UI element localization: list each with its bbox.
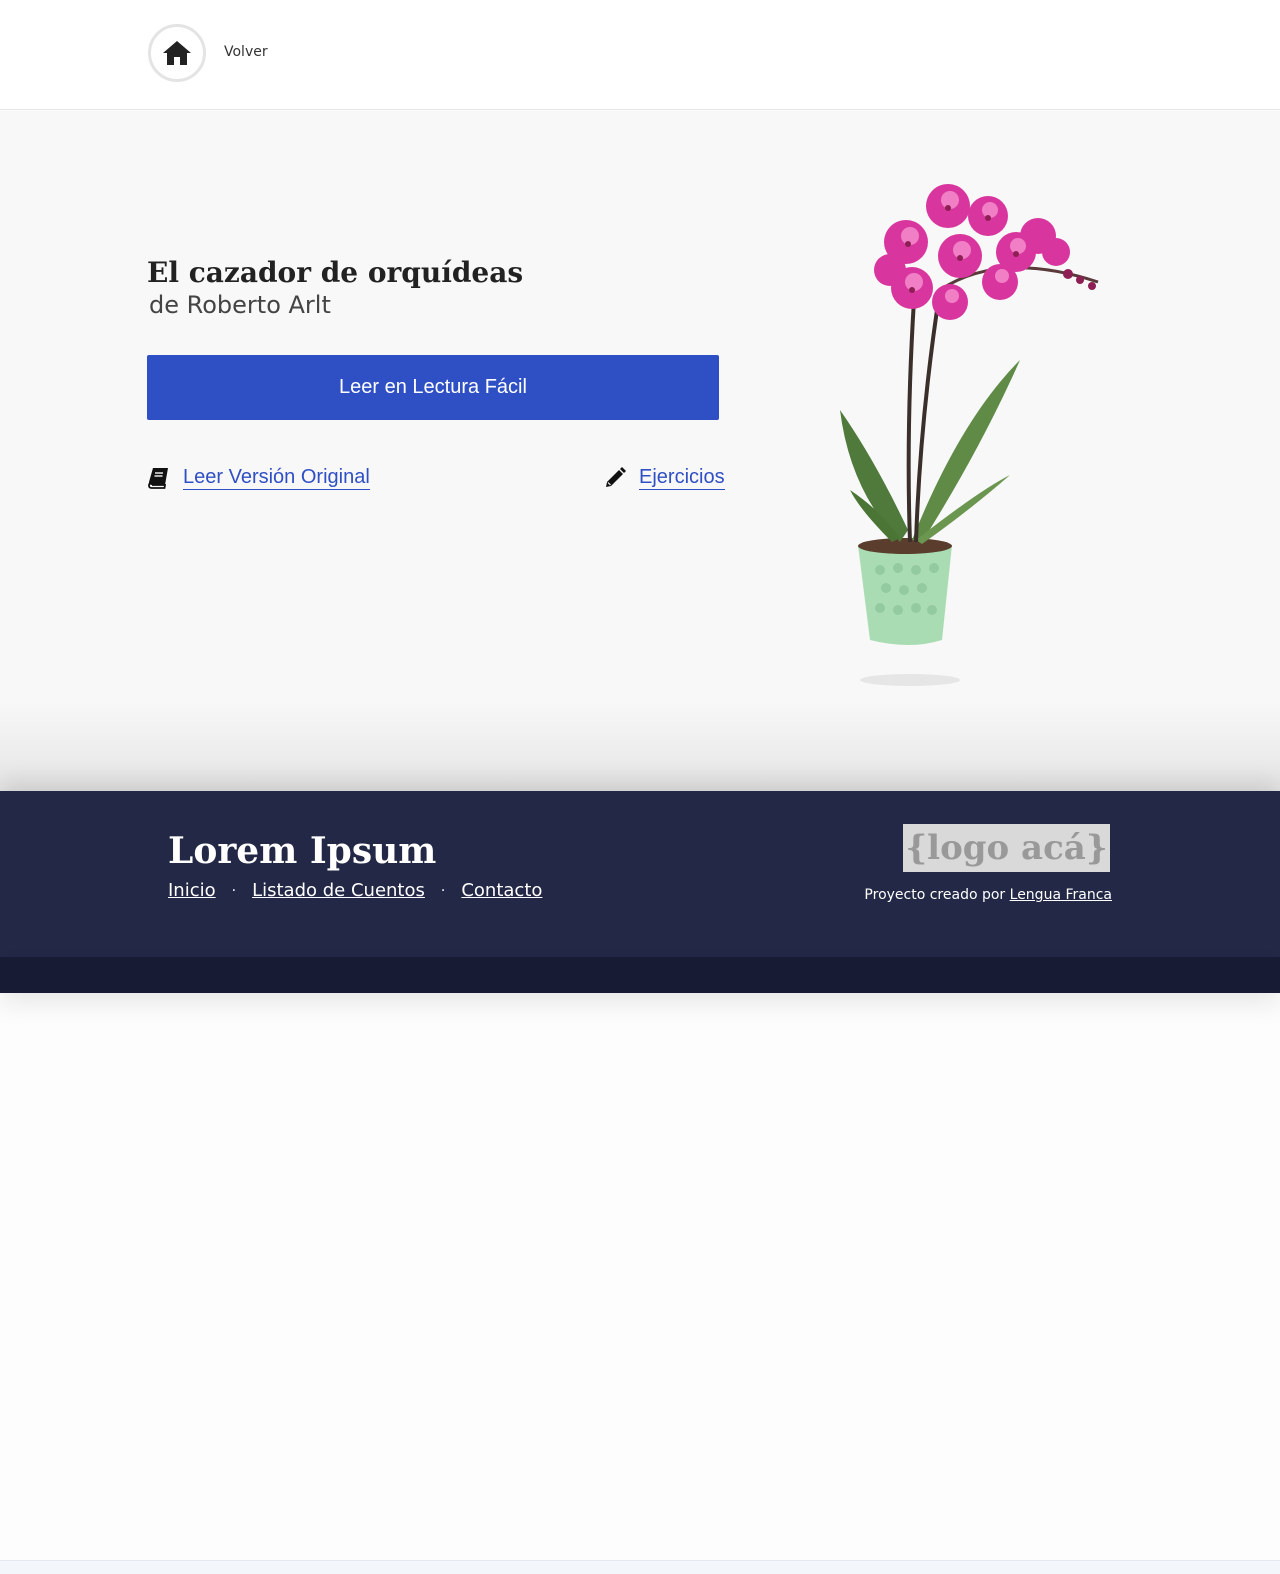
- footer-brand: Lorem Ipsum: [168, 830, 437, 872]
- read-original-link[interactable]: Leer Versión Original: [183, 465, 370, 490]
- exercises-link-group: Ejercicios: [603, 465, 725, 490]
- footer-nav-contacto[interactable]: Contacto: [461, 880, 542, 901]
- hero-shadow: [0, 700, 1280, 792]
- footer-credit: Proyecto creado por Lengua Franca: [864, 887, 1112, 903]
- back-link[interactable]: Volver: [224, 44, 268, 60]
- orchid-plant-image: [840, 184, 1099, 686]
- home-button[interactable]: [148, 24, 206, 82]
- nav-separator: ·: [231, 882, 237, 899]
- pencil-icon: [606, 466, 626, 487]
- top-bar: Volver: [0, 0, 1280, 110]
- footer-nav: Inicio · Listado de Cuentos · Contacto: [168, 880, 542, 901]
- exercises-link[interactable]: Ejercicios: [639, 465, 725, 490]
- nav-separator: ·: [440, 882, 446, 899]
- story-author: de Roberto Arlt: [149, 291, 331, 319]
- footer-bottom-bar: [0, 957, 1280, 993]
- page-bottom-edge: [0, 1560, 1280, 1574]
- read-original-link-group: Leer Versión Original: [147, 465, 370, 490]
- read-easy-button[interactable]: Leer en Lectura Fácil: [147, 355, 719, 420]
- credit-link[interactable]: Lengua Franca: [1010, 887, 1112, 903]
- credit-prefix: Proyecto creado por: [864, 887, 1006, 903]
- logo-placeholder: {logo acá}: [903, 824, 1110, 872]
- book-icon: [148, 467, 168, 489]
- home-icon: [163, 41, 191, 65]
- site-footer: [0, 791, 1280, 957]
- footer-nav-listado-de-cuentos[interactable]: Listado de Cuentos: [252, 880, 425, 901]
- story-title: El cazador de orquídeas: [147, 256, 524, 289]
- footer-nav-inicio[interactable]: Inicio: [168, 880, 216, 901]
